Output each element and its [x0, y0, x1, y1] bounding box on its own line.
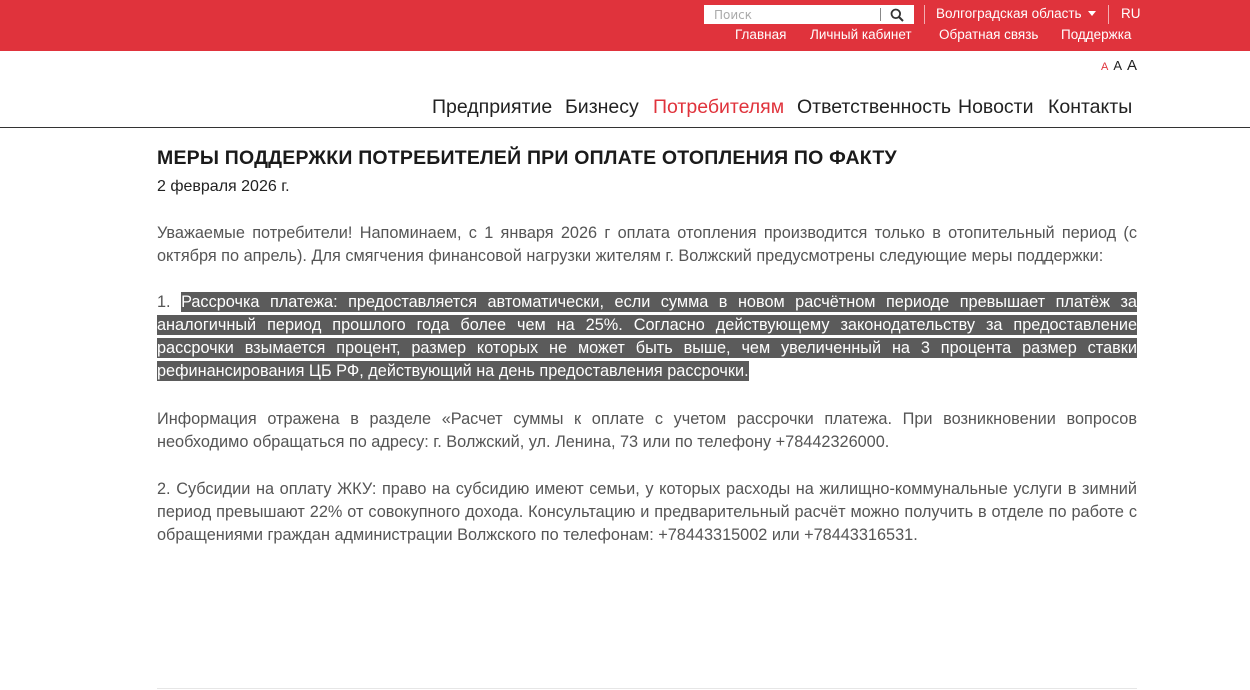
- article-intro: Уважаемые потребители! Напоминаем, с 1 я…: [157, 224, 1137, 265]
- nav-item-enterprise[interactable]: Предприятие: [432, 96, 552, 119]
- region-label: Волгоградская область: [936, 6, 1082, 21]
- top-link-home[interactable]: Главная: [735, 27, 786, 42]
- footer-divider: [157, 688, 1137, 689]
- top-link-account[interactable]: Личный кабинет: [810, 27, 912, 42]
- selected-text[interactable]: Рассрочка платежа: предоставляется автом…: [157, 292, 1137, 381]
- article-item-2: 2. Субсидии на оплату ЖКУ: право на субс…: [157, 480, 1137, 544]
- page-title: МЕРЫ ПОДДЕРЖКИ ПОТРЕБИТЕЛЕЙ ПРИ ОПЛАТЕ О…: [157, 147, 897, 169]
- article-info: Информация отражена в разделе «Расчет су…: [157, 410, 1137, 451]
- font-size-switch: A A A: [1101, 57, 1137, 74]
- region-selector[interactable]: Волгоградская область: [936, 6, 1096, 21]
- search-box: [704, 5, 914, 24]
- chevron-down-icon: [1087, 11, 1096, 16]
- top-link-support[interactable]: Поддержка: [1061, 27, 1131, 42]
- nav-item-responsibility[interactable]: Ответственность: [797, 96, 951, 119]
- divider: [924, 5, 925, 24]
- search-input[interactable]: [704, 6, 880, 23]
- language-switch[interactable]: RU: [1121, 6, 1141, 21]
- font-size-medium[interactable]: A: [1113, 58, 1122, 73]
- font-size-large[interactable]: A: [1127, 57, 1137, 74]
- top-bar: Волгоградская область RU Главная Личный …: [0, 0, 1250, 51]
- nav-item-contacts[interactable]: Контакты: [1048, 96, 1132, 119]
- article-item-1: 1. Рассрочка платежа: предоставляется ав…: [157, 291, 1137, 383]
- article: МЕРЫ ПОДДЕРЖКИ ПОТРЕБИТЕЛЕЙ ПРИ ОПЛАТЕ О…: [157, 147, 1137, 547]
- search-icon: [890, 8, 904, 22]
- nav-divider: [0, 127, 1250, 128]
- top-link-feedback[interactable]: Обратная связь: [939, 27, 1038, 42]
- top-links: Главная Личный кабинет Обратная связь По…: [0, 27, 1250, 47]
- nav-item-business[interactable]: Бизнесу: [565, 96, 639, 119]
- search-button[interactable]: [881, 5, 913, 24]
- item-1-number: 1.: [157, 293, 182, 311]
- divider: [1108, 5, 1109, 24]
- font-size-small[interactable]: A: [1101, 61, 1108, 73]
- nav-item-consumers[interactable]: Потребителям: [653, 96, 784, 119]
- article-date: 2 февраля 2026 г.: [157, 178, 290, 195]
- nav-item-news[interactable]: Новости: [958, 96, 1034, 119]
- main-nav: Предприятие Бизнесу Потребителям Ответст…: [0, 96, 1250, 122]
